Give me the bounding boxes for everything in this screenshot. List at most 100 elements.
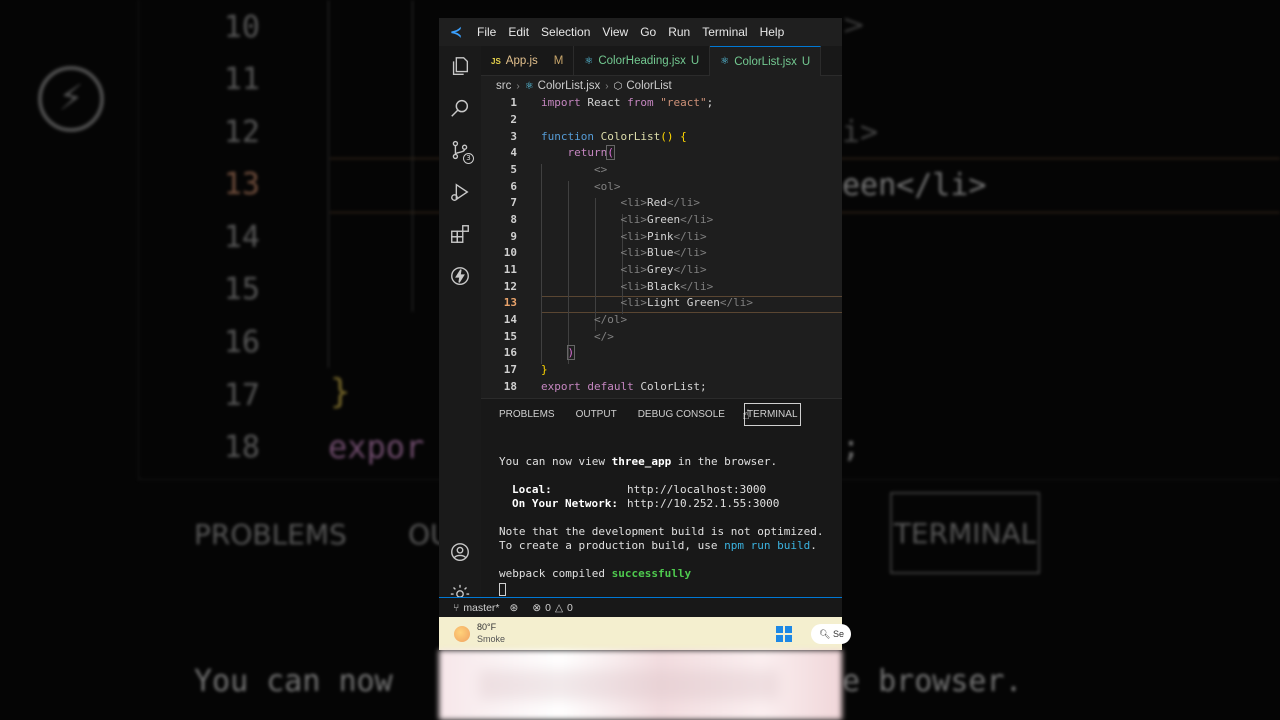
windows-start-icon[interactable] bbox=[776, 626, 792, 642]
line-number: 5 bbox=[510, 163, 517, 176]
live-share-indicator[interactable]: ⊛ bbox=[510, 602, 523, 614]
accounts-button[interactable] bbox=[439, 534, 481, 570]
terminal-network-label: On Your Network: bbox=[512, 497, 618, 510]
tab-debug-console[interactable]: DEBUG CONSOLE bbox=[638, 409, 725, 420]
blurred-shape bbox=[479, 670, 779, 700]
code-token: } bbox=[541, 363, 548, 376]
code-token: <li> bbox=[620, 263, 647, 276]
breadcrumb-folder[interactable]: src bbox=[496, 80, 511, 92]
chevron-right-icon: › bbox=[516, 80, 520, 92]
react-file-icon: ⚛ bbox=[584, 55, 594, 67]
react-file-icon: ⚛ bbox=[524, 80, 534, 92]
line-number: 15 bbox=[503, 330, 517, 343]
search-icon: 🔍︎ bbox=[819, 629, 831, 639]
menu-bar: ≺ File Edit Selection View Go Run Termin… bbox=[439, 18, 842, 46]
line-number: 14 bbox=[503, 313, 517, 326]
terminal-command: npm run build bbox=[724, 539, 811, 552]
backdrop-text: } bbox=[330, 372, 351, 412]
terminal-line: http://10.252.1.55:3000 bbox=[627, 497, 779, 510]
js-file-icon: JS bbox=[491, 56, 501, 66]
branch-indicator[interactable]: ⑂ master* bbox=[453, 602, 500, 614]
terminal-text: . bbox=[810, 539, 817, 552]
terminal-line: Note that the development build is not o… bbox=[499, 525, 824, 538]
terminal-line: To create a production build, use npm ru… bbox=[499, 539, 817, 552]
breadcrumb-file[interactable]: ColorList.jsx bbox=[538, 80, 601, 92]
code-token: <li> bbox=[620, 296, 647, 309]
backdrop-text: i> bbox=[842, 115, 879, 150]
weather-icon[interactable] bbox=[454, 626, 470, 642]
terminal-local-label: Local: bbox=[512, 483, 552, 496]
code-token: </ol> bbox=[593, 313, 628, 326]
lightning-extension-button[interactable] bbox=[439, 258, 481, 294]
run-debug-button[interactable] bbox=[439, 174, 481, 210]
extensions-icon bbox=[451, 225, 469, 243]
tab-colorheading-jsx[interactable]: ⚛ ColorHeading.jsx U bbox=[574, 46, 711, 76]
menu-file[interactable]: File bbox=[477, 25, 496, 39]
line-number: 4 bbox=[510, 146, 517, 159]
explorer-button[interactable] bbox=[439, 48, 481, 84]
code-token: </li> bbox=[666, 196, 700, 209]
code-editor[interactable]: 1 2 3 4 5 6 7 8 9 10 11 12 13 14 15 16 1… bbox=[481, 96, 842, 398]
run-debug-icon bbox=[451, 183, 469, 201]
code-token: ColorList bbox=[600, 130, 661, 143]
taskbar-search[interactable]: 🔍︎ Se bbox=[811, 624, 851, 644]
menu-run[interactable]: Run bbox=[668, 25, 690, 39]
activity-bar: 3 1 bbox=[439, 46, 481, 608]
source-control-button[interactable]: 3 bbox=[439, 132, 481, 168]
mouse-pointer-icon: ☝ bbox=[742, 408, 750, 423]
tab-output[interactable]: OUTPUT bbox=[576, 409, 617, 420]
weather-temperature: 80°F bbox=[477, 622, 497, 632]
terminal-line: On Your Network: bbox=[512, 497, 618, 510]
backdrop-line-number: 17 bbox=[223, 378, 260, 413]
code-token: Black bbox=[646, 280, 681, 293]
backdrop-line-number: 11 bbox=[223, 62, 260, 97]
code-line: </ol> bbox=[541, 313, 627, 326]
search-button[interactable] bbox=[439, 90, 481, 126]
menu-edit[interactable]: Edit bbox=[508, 25, 529, 39]
terminal-line: webpack compiled successfully bbox=[499, 567, 691, 580]
backdrop-line-number: 18 bbox=[223, 430, 260, 465]
windows-taskbar: 80°F Smoke 🔍︎ Se bbox=[439, 617, 851, 650]
backdrop-text: > bbox=[842, 8, 866, 41]
tab-terminal[interactable]: TERMINAL bbox=[743, 402, 801, 426]
menu-terminal[interactable]: Terminal bbox=[702, 25, 747, 39]
code-line: </> bbox=[541, 330, 614, 343]
code-token: function bbox=[541, 130, 594, 143]
terminal-text: You can now view bbox=[499, 455, 612, 468]
code-token: </li> bbox=[673, 230, 707, 243]
backdrop-indent-guide bbox=[328, 0, 329, 368]
breadcrumb-symbol[interactable]: ColorList bbox=[626, 80, 671, 92]
account-icon bbox=[451, 543, 469, 561]
tab-colorlist-jsx[interactable]: ⚛ ColorList.jsx U bbox=[710, 46, 822, 76]
problems-indicator[interactable]: ⊗ 0 △ 0 bbox=[532, 602, 573, 614]
tab-app-js[interactable]: JS App.js M bbox=[481, 46, 575, 76]
code-token: Grey bbox=[646, 263, 674, 276]
status-bar: ⑂ master* ⊛ ⊗ 0 △ 0 bbox=[439, 597, 842, 617]
code-line: <ol> bbox=[541, 180, 621, 193]
error-count: 0 bbox=[545, 601, 551, 614]
tab-label: ColorList.jsx bbox=[734, 55, 797, 68]
code-line-current: <li>Light Green</li> bbox=[541, 296, 752, 309]
line-number: 8 bbox=[510, 213, 517, 226]
backdrop-text: TERMINAL bbox=[890, 492, 1040, 574]
tab-problems[interactable]: PROBLEMS bbox=[499, 409, 555, 420]
code-token: </li> bbox=[673, 246, 707, 259]
code-token: Green bbox=[646, 213, 681, 226]
logo-square bbox=[785, 635, 792, 642]
line-number: 10 bbox=[503, 246, 517, 259]
code-token: <ol> bbox=[593, 180, 621, 193]
menu-help[interactable]: Help bbox=[760, 25, 785, 39]
weather-condition: Smoke bbox=[477, 634, 506, 644]
terminal-text: in the browser. bbox=[671, 455, 778, 468]
extensions-button[interactable] bbox=[439, 216, 481, 252]
code-line: <> bbox=[541, 163, 607, 176]
menu-view[interactable]: View bbox=[602, 25, 628, 39]
git-branch-icon: ⑂ bbox=[453, 601, 460, 614]
terminal-line: http://localhost:3000 bbox=[627, 483, 766, 496]
terminal-local-url[interactable]: http://localhost:3000 bbox=[627, 483, 766, 496]
terminal-text: To create a production build, use bbox=[499, 539, 725, 552]
logo-square bbox=[776, 635, 783, 642]
menu-selection[interactable]: Selection bbox=[541, 25, 590, 39]
terminal-network-url[interactable]: http://10.252.1.55:3000 bbox=[627, 497, 779, 510]
menu-go[interactable]: Go bbox=[640, 25, 656, 39]
